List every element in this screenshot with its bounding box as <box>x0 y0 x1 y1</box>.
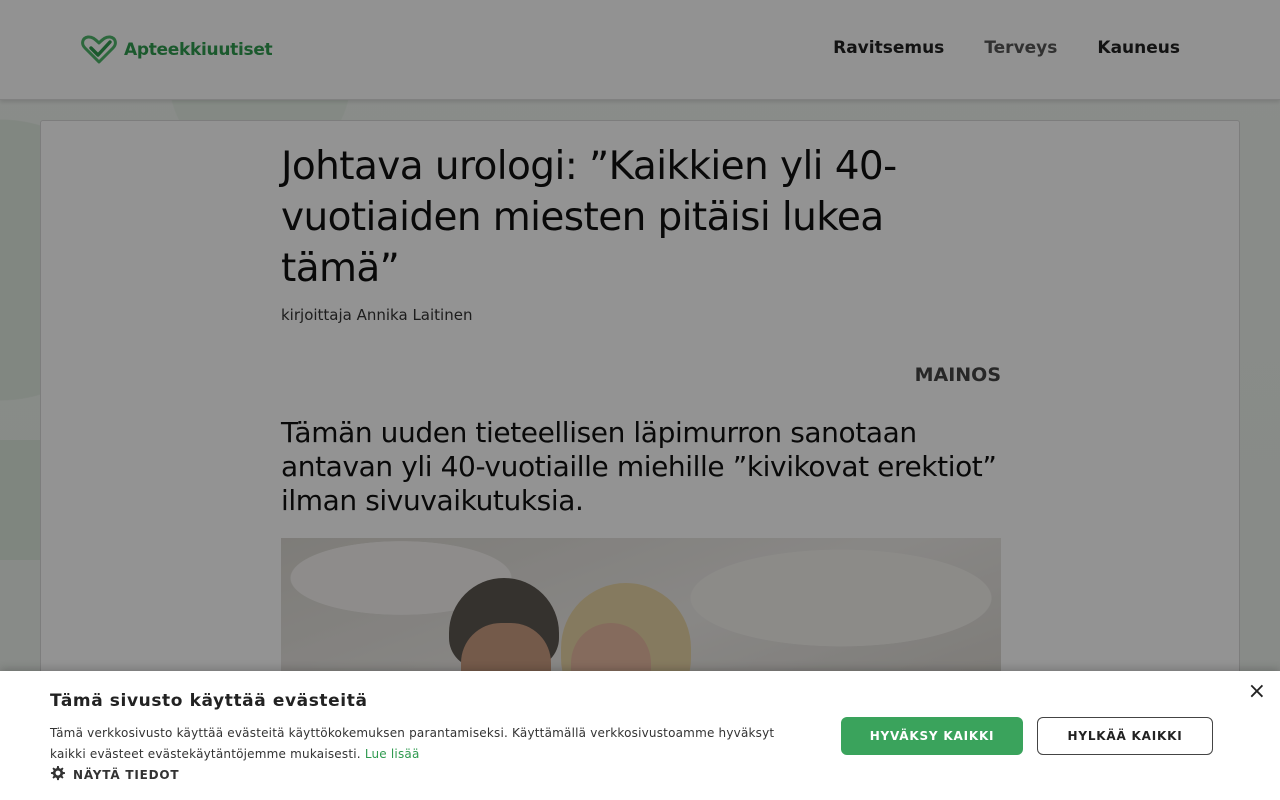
read-more-link[interactable]: Lue lisää <box>365 747 420 761</box>
cookie-title: Tämä sivusto käyttää evästeitä <box>50 691 368 711</box>
close-icon[interactable]: × <box>1248 681 1266 703</box>
cookie-text: Tämä verkkosivusto käyttää evästeitä käy… <box>50 723 780 765</box>
accept-all-button[interactable]: HYVÄKSY KAIKKI <box>841 717 1023 755</box>
gear-icon <box>50 766 65 784</box>
show-details-label: NÄYTÄ TIEDOT <box>73 768 180 782</box>
reject-all-button[interactable]: HYLKÄÄ KAIKKI <box>1037 717 1213 755</box>
show-details-toggle[interactable]: NÄYTÄ TIEDOT <box>50 766 179 784</box>
cookie-banner: Tämä sivusto käyttää evästeitä Tämä verk… <box>0 671 1280 800</box>
